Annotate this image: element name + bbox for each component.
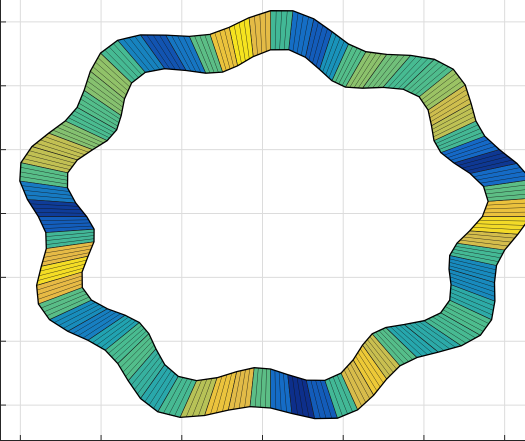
ring-surface [19,10,525,419]
surface-patch-17 [270,10,294,51]
surface-patch-71 [469,216,525,235]
surface-plot [0,0,525,441]
